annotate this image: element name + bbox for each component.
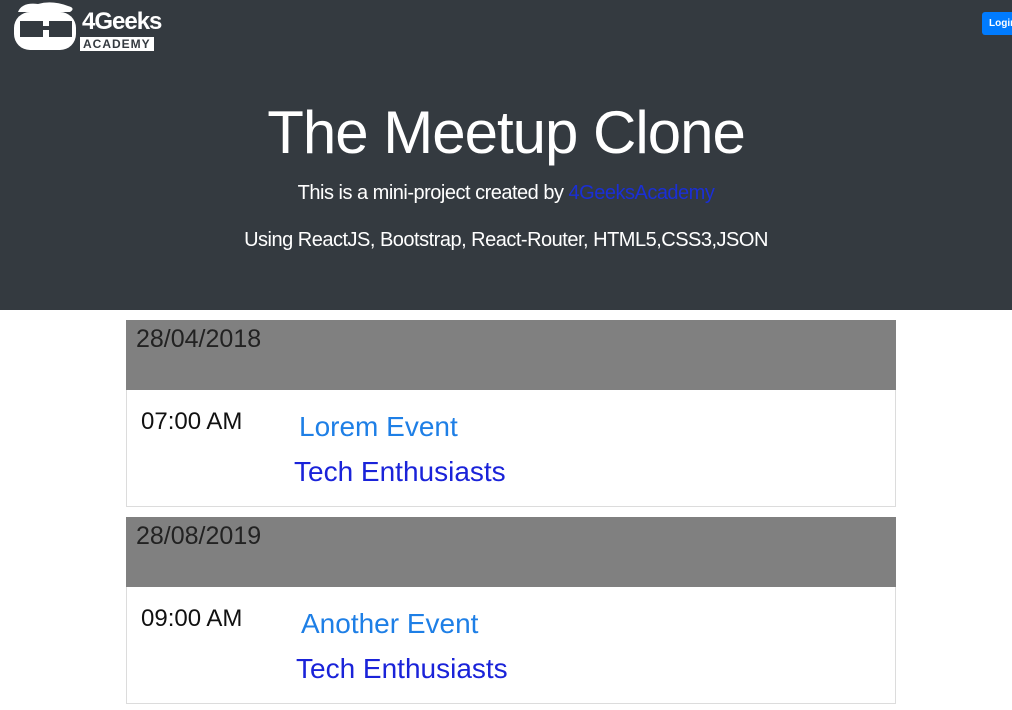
date-header: 28/04/2018 — [126, 320, 896, 390]
page-title: The Meetup Clone — [267, 99, 746, 166]
hero-subtitle-text: This is a mini-project created by — [297, 182, 569, 204]
brand-subtitle: ACADEMY — [80, 37, 154, 51]
event-card: 07:00 AM Lorem Event Tech Enthusiasts — [126, 390, 896, 507]
event-time: 07:00 AM — [141, 408, 243, 435]
date-header: 28/08/2019 — [126, 517, 896, 587]
tech-stack-line: Using ReactJS, Bootstrap, React-Router, … — [244, 229, 768, 251]
event-card: 09:00 AM Another Event Tech Enthusiasts — [126, 587, 896, 704]
brand-wordmark: 4Geeks — [82, 8, 162, 35]
event-group-link[interactable]: Tech Enthusiasts — [296, 651, 508, 687]
event-time: 09:00 AM — [141, 605, 243, 632]
event-spacer — [126, 507, 896, 517]
hero-subtitle: This is a mini-project created by 4Geeks… — [0, 180, 1012, 206]
academy-link[interactable]: 4GeeksAcademy — [569, 182, 715, 204]
brand-logo[interactable]: 4Geeks ACADEMY — [12, 2, 164, 52]
event-title-link[interactable]: Lorem Event — [299, 409, 458, 445]
hero-banner: 4Geeks ACADEMY Login The Meetup Clone Th… — [0, 0, 1012, 310]
geek-glasses-icon — [14, 2, 76, 50]
event-title-link[interactable]: Another Event — [301, 606, 478, 642]
events-list: 28/04/2018 07:00 AM Lorem Event Tech Ent… — [126, 320, 896, 704]
event-group-link[interactable]: Tech Enthusiasts — [294, 454, 506, 490]
login-button[interactable]: Login — [982, 12, 1012, 35]
